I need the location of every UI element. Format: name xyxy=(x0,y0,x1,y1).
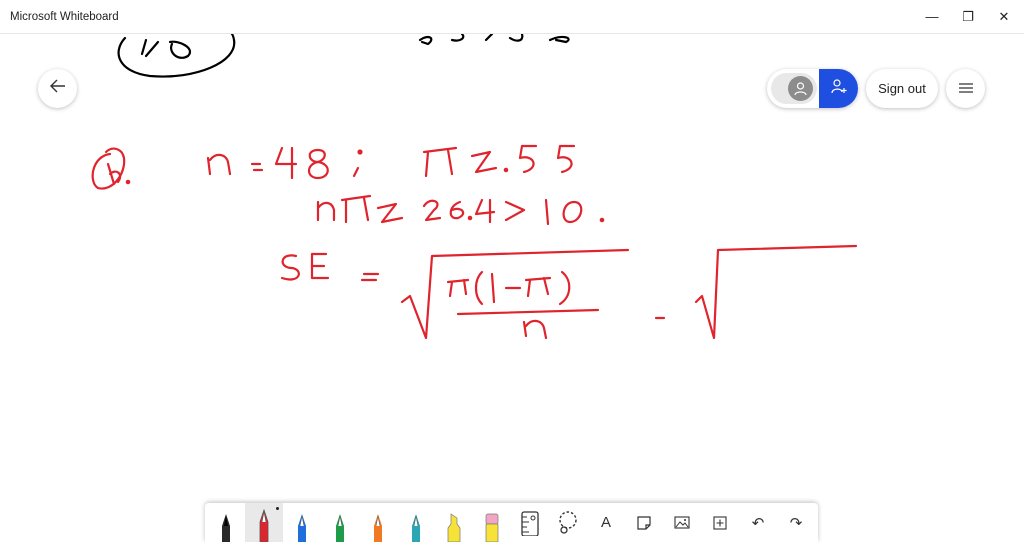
hamburger-menu-icon xyxy=(958,80,973,98)
selected-dot xyxy=(276,507,279,510)
black-ink xyxy=(117,34,570,78)
add-icon[interactable] xyxy=(701,503,739,542)
ink-layer xyxy=(91,34,858,340)
highlighter-yellow-tool[interactable] xyxy=(435,503,473,542)
person-icon xyxy=(788,76,813,101)
pen-orange-tool[interactable] xyxy=(359,503,397,542)
red-ink xyxy=(91,144,858,340)
avatar[interactable] xyxy=(771,73,817,104)
back-button[interactable] xyxy=(38,69,77,108)
collaboration-group xyxy=(767,69,858,108)
redo-icon[interactable]: ↷ xyxy=(777,503,815,542)
pen-green-tool[interactable] xyxy=(321,503,359,542)
inking-toolbar: A ↶ ↷ xyxy=(205,503,818,542)
arrow-left-icon xyxy=(49,79,66,98)
text-icon[interactable]: A xyxy=(587,503,625,542)
minimize-button[interactable]: — xyxy=(914,0,950,33)
close-button[interactable]: ✕ xyxy=(986,0,1022,33)
maximize-button[interactable]: ❐ xyxy=(950,0,986,33)
sign-out-button[interactable]: Sign out xyxy=(866,69,938,108)
pen-teal-tool[interactable] xyxy=(397,503,435,542)
whiteboard-canvas[interactable] xyxy=(0,34,1024,542)
ruler-icon[interactable] xyxy=(511,503,549,542)
invite-button[interactable] xyxy=(819,69,858,108)
pen-black-tool[interactable] xyxy=(207,503,245,542)
eraser-tool[interactable] xyxy=(473,503,511,542)
person-add-icon xyxy=(830,78,847,99)
app-title: Microsoft Whiteboard xyxy=(10,11,119,23)
pen-red-tool[interactable] xyxy=(245,503,283,542)
image-icon[interactable] xyxy=(663,503,701,542)
pen-blue-tool[interactable] xyxy=(283,503,321,542)
menu-button[interactable] xyxy=(946,69,985,108)
title-bar: Microsoft Whiteboard — ❐ ✕ xyxy=(0,0,1024,34)
undo-icon[interactable]: ↶ xyxy=(739,503,777,542)
lasso-icon[interactable] xyxy=(549,503,587,542)
sticky-note-icon[interactable] xyxy=(625,503,663,542)
